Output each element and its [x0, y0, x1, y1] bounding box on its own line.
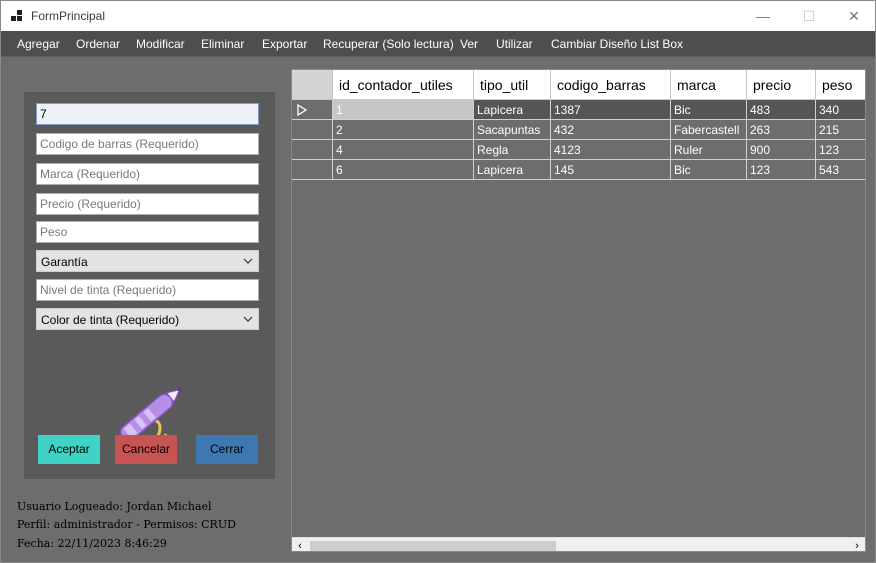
- menu-item-ordenar[interactable]: Ordenar: [76, 37, 120, 51]
- row-header[interactable]: [292, 160, 333, 180]
- menu-item-modificar[interactable]: Modificar: [136, 37, 185, 51]
- table-cell[interactable]: 4123: [551, 140, 671, 160]
- table-cell[interactable]: Regla: [474, 140, 551, 160]
- cerrar-button[interactable]: Cerrar: [196, 435, 258, 464]
- aceptar-button[interactable]: Aceptar: [38, 435, 100, 464]
- table-cell[interactable]: 145: [551, 160, 671, 180]
- status-usuario: Usuario Logueado: Jordan Michael: [17, 500, 212, 513]
- column-header-id[interactable]: id_contador_utiles: [333, 70, 474, 100]
- color-tinta-select-value: Color de tinta (Requerido): [41, 313, 180, 327]
- minimize-button[interactable]: —: [740, 1, 786, 31]
- menu-item-ver[interactable]: Ver: [460, 37, 478, 51]
- grid-corner-header[interactable]: [292, 70, 333, 100]
- table-cell[interactable]: Lapicera: [474, 100, 551, 120]
- cancelar-button[interactable]: Cancelar: [115, 435, 177, 464]
- title-bar: FormPrincipal — ☐ ✕: [1, 1, 875, 31]
- maximize-button[interactable]: ☐: [786, 1, 832, 31]
- table-cell[interactable]: Lapicera: [474, 160, 551, 180]
- row-header[interactable]: [292, 140, 333, 160]
- table-cell[interactable]: 900: [747, 140, 816, 160]
- table-cell[interactable]: 4: [333, 140, 474, 160]
- table-cell[interactable]: 1387: [551, 100, 671, 120]
- chevron-down-icon: [243, 316, 253, 322]
- table-cell[interactable]: 1: [333, 100, 474, 120]
- id-field[interactable]: 7: [36, 103, 259, 125]
- row-header[interactable]: [292, 120, 333, 140]
- column-header-marca[interactable]: marca: [671, 70, 747, 100]
- column-header-precio[interactable]: precio: [747, 70, 816, 100]
- table-cell[interactable]: 483: [747, 100, 816, 120]
- menu-bar: Agregar Ordenar Modificar Eliminar Expor…: [1, 31, 875, 56]
- column-header-codigo-barras[interactable]: codigo_barras: [551, 70, 671, 100]
- peso-field[interactable]: Peso: [36, 221, 259, 243]
- table-cell[interactable]: 543: [816, 160, 865, 180]
- column-header-peso[interactable]: peso: [816, 70, 865, 100]
- table-cell[interactable]: 123: [747, 160, 816, 180]
- scrollbar-thumb[interactable]: [310, 541, 556, 551]
- table-cell[interactable]: 263: [747, 120, 816, 140]
- menu-item-eliminar[interactable]: Eliminar: [201, 37, 244, 51]
- scroll-right-icon[interactable]: ›: [849, 538, 865, 551]
- current-row-icon: [297, 104, 308, 116]
- nivel-tinta-field[interactable]: Nivel de tinta (Requerido): [36, 279, 259, 301]
- codigo-barras-field[interactable]: Codigo de barras (Requerido): [36, 133, 259, 155]
- table-cell[interactable]: 6: [333, 160, 474, 180]
- window-title: FormPrincipal: [31, 9, 106, 23]
- close-window-button[interactable]: ✕: [831, 1, 875, 31]
- scroll-left-icon[interactable]: ‹: [292, 538, 308, 551]
- menu-item-agregar[interactable]: Agregar: [17, 37, 60, 51]
- status-fecha: Fecha: 22/11/2023 8:46:29: [17, 537, 167, 550]
- table-cell[interactable]: Ruler: [671, 140, 747, 160]
- menu-item-exportar[interactable]: Exportar: [262, 37, 307, 51]
- app-icon: [11, 10, 23, 22]
- color-tinta-select[interactable]: Color de tinta (Requerido): [36, 308, 259, 330]
- status-perfil: Perfil: administrador - Permisos: CRUD: [17, 518, 236, 531]
- chevron-down-icon: [243, 258, 253, 264]
- table-cell[interactable]: 123: [816, 140, 865, 160]
- table-cell[interactable]: 215: [816, 120, 865, 140]
- table-cell[interactable]: 2: [333, 120, 474, 140]
- data-grid[interactable]: id_contador_utiles tipo_util codigo_barr…: [291, 69, 866, 552]
- table-cell[interactable]: 340: [816, 100, 865, 120]
- table-cell[interactable]: Sacapuntas: [474, 120, 551, 140]
- table-cell[interactable]: Bic: [671, 100, 747, 120]
- column-header-tipo-util[interactable]: tipo_util: [474, 70, 551, 100]
- main-window: FormPrincipal — ☐ ✕ Agregar Ordenar Modi…: [0, 0, 876, 563]
- table-cell[interactable]: Bic: [671, 160, 747, 180]
- garantia-select[interactable]: Garantía: [36, 250, 259, 272]
- menu-item-utilizar[interactable]: Utilizar: [496, 37, 533, 51]
- row-header[interactable]: [292, 100, 333, 120]
- marca-field[interactable]: Marca (Requerido): [36, 163, 259, 185]
- table-cell[interactable]: 432: [551, 120, 671, 140]
- menu-item-recuperar[interactable]: Recuperar (Solo lectura): [323, 37, 454, 51]
- garantia-select-value: Garantía: [41, 255, 88, 269]
- menu-item-cambiar-diseno[interactable]: Cambiar Diseño List Box: [551, 37, 683, 51]
- horizontal-scrollbar[interactable]: ‹ ›: [292, 537, 865, 551]
- table-cell[interactable]: Fabercastell: [671, 120, 747, 140]
- form-panel: 7 Codigo de barras (Requerido) Marca (Re…: [24, 92, 275, 479]
- content-area: 7 Codigo de barras (Requerido) Marca (Re…: [1, 56, 875, 562]
- precio-field[interactable]: Precio (Requerido): [36, 193, 259, 215]
- grid-area: id_contador_utiles tipo_util codigo_barr…: [292, 70, 865, 537]
